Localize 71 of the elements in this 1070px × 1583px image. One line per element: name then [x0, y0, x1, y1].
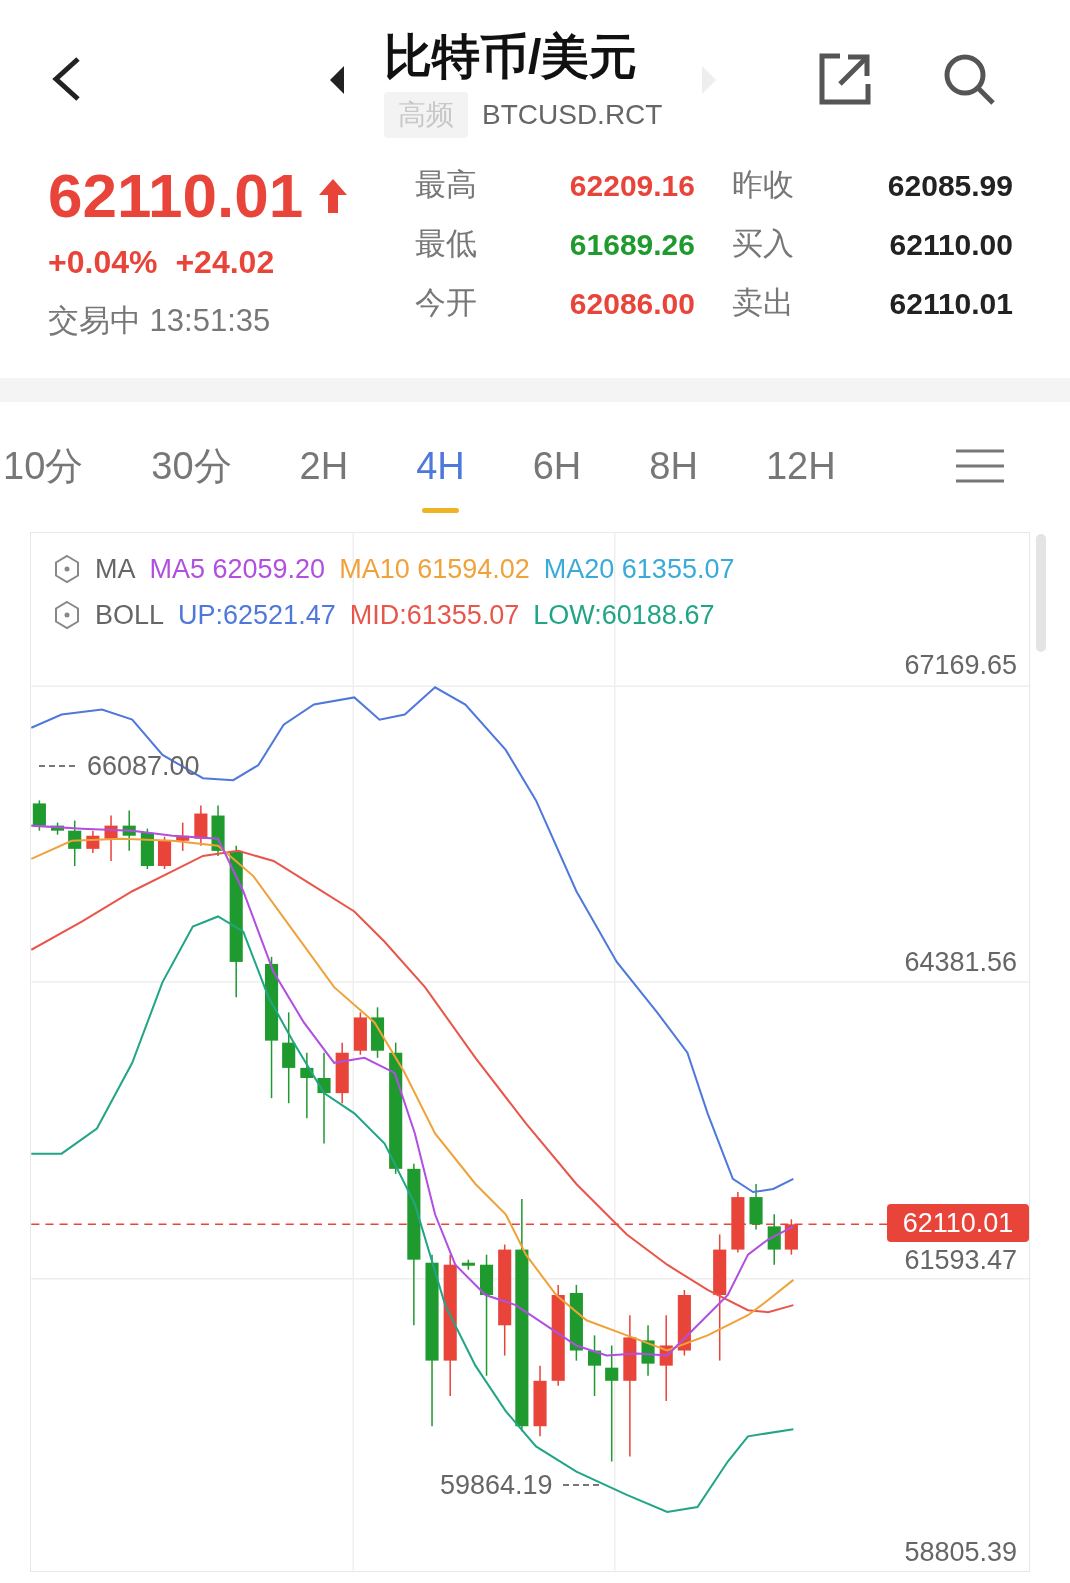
- trading-status: 交易中 13:51:35: [48, 302, 272, 340]
- candlestick: [140, 827, 154, 870]
- indicator-value: MA20 61355.07: [543, 552, 735, 586]
- indicator-value: MA5 62059.20: [149, 552, 326, 586]
- price-axis-label: 64381.56: [904, 946, 1017, 978]
- candlestick: [335, 1041, 349, 1104]
- stat-value: 61689.26: [568, 227, 695, 263]
- search-icon[interactable]: [942, 52, 996, 106]
- stat-label: 最低: [415, 225, 478, 264]
- indicator-name: MA: [95, 552, 136, 586]
- timeframe-tab[interactable]: 4H: [416, 441, 465, 491]
- stat-value: 62110.01: [888, 286, 1013, 322]
- stat-value: 62110.00: [888, 227, 1013, 263]
- candlestick: [300, 1052, 314, 1120]
- low-price-marker: 59864.19: [440, 1469, 553, 1501]
- indicator-value: LOW:60188.67: [533, 598, 715, 632]
- timeframe-tab[interactable]: 10分: [3, 441, 84, 491]
- candlestick: [731, 1191, 745, 1254]
- current-price: 62110.01: [48, 160, 304, 232]
- candlestick: [461, 1258, 475, 1271]
- timeframe-tab[interactable]: 6H: [532, 441, 582, 491]
- candlestick: [51, 821, 65, 836]
- timeframe-tab[interactable]: 12H: [765, 441, 836, 491]
- price-axis-label: 61593.47: [904, 1244, 1017, 1276]
- candlestick: [767, 1213, 781, 1266]
- candlestick: [641, 1324, 655, 1377]
- page-title: 比特币/美元: [384, 29, 638, 85]
- candlestick: [32, 799, 46, 832]
- back-icon[interactable]: [50, 55, 82, 103]
- stat-value: 62209.16: [568, 168, 695, 204]
- stat-label: 昨收: [732, 166, 795, 205]
- candlestick: [194, 804, 208, 847]
- price-axis-label: 58805.39: [904, 1536, 1017, 1568]
- scroll-bar[interactable]: [1036, 534, 1046, 652]
- indicator-value: UP:62521.47: [178, 598, 336, 632]
- change-percent: +0.04%: [48, 243, 158, 282]
- symbol-code: BTCUSD.RCT: [482, 98, 663, 132]
- change-amount: +24.02: [175, 243, 275, 282]
- price-axis-label: 67169.65: [904, 649, 1017, 681]
- menu-icon[interactable]: [956, 448, 1004, 484]
- stat-value: 62086.00: [568, 286, 695, 322]
- timeframe-tab[interactable]: 2H: [299, 441, 349, 491]
- candlestick: [68, 819, 82, 867]
- stat-label: 买入: [732, 225, 795, 264]
- candlestick: [588, 1334, 602, 1397]
- stat-value: 62085.99: [886, 168, 1013, 204]
- stat-label: 今开: [415, 284, 478, 323]
- candlestick: [86, 829, 100, 854]
- candlestick: [122, 809, 136, 852]
- timeframe-tab[interactable]: 30分: [151, 441, 232, 491]
- timeframe-tab[interactable]: 8H: [649, 441, 698, 491]
- stat-label: 最高: [415, 166, 478, 205]
- last-price-tag: 62110.01: [887, 1204, 1029, 1242]
- candlestick: [749, 1183, 763, 1231]
- share-icon[interactable]: [818, 52, 872, 106]
- hexagon-icon[interactable]: [53, 554, 81, 584]
- candlestick: [158, 835, 172, 870]
- tab-underline: [422, 508, 459, 513]
- candlestick: [353, 1011, 367, 1056]
- indicator-name: BOLL: [95, 598, 165, 632]
- candlestick: [176, 821, 190, 852]
- indicator-value: MID:61355.07: [349, 598, 520, 632]
- candlestick: [677, 1289, 691, 1357]
- candlestick: [370, 1006, 385, 1059]
- previous-icon[interactable]: [330, 66, 344, 94]
- candlestick: [211, 804, 225, 857]
- candlestick: [784, 1218, 798, 1256]
- indicator-value: MA10 61594.02: [339, 552, 530, 586]
- hexagon-icon[interactable]: [53, 600, 81, 630]
- candlestick: [104, 814, 118, 862]
- stat-label: 卖出: [732, 284, 795, 323]
